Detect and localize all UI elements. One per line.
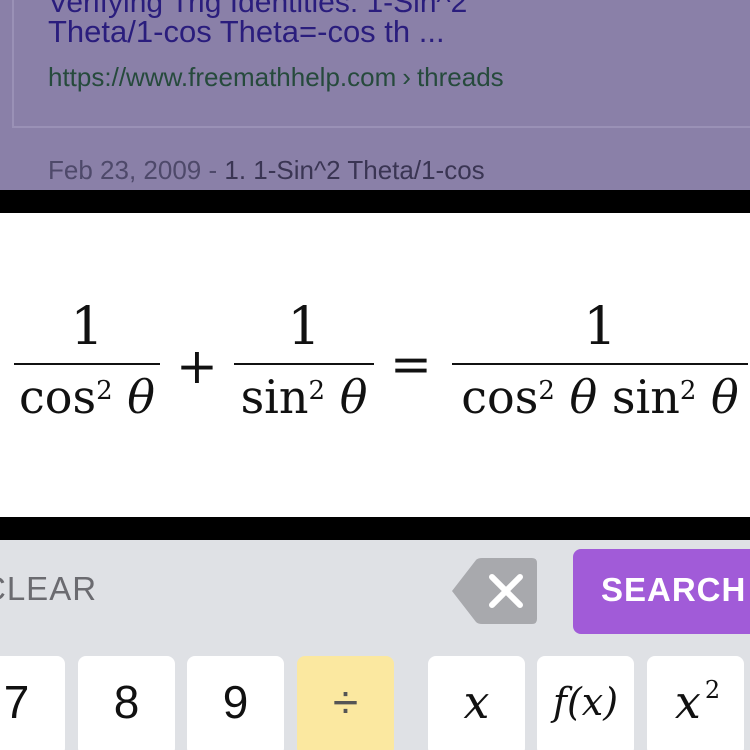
fraction-one-over-cos-sin-squared: 1 cos2 θ sin2 θ	[452, 299, 748, 433]
result-title-link[interactable]: Theta/1-cos Theta=-cos th ...	[48, 14, 445, 50]
math-keypad-panel: CLEAR SEARCH 7 8 9 ÷ x f(x) x2	[0, 540, 750, 750]
numerator: 1	[287, 297, 321, 357]
breadcrumb-separator: ›	[402, 62, 411, 92]
numerator: 1	[583, 297, 617, 357]
denominator: cos2 θ	[19, 370, 155, 424]
result-url-host: https://www.freemathhelp.com	[48, 62, 397, 92]
denominator: sin2 θ	[240, 370, 368, 424]
result-url[interactable]: https://www.freemathhelp.com › threads	[48, 62, 504, 93]
fraction-one-over-cos-squared: 1 cos2 θ	[14, 299, 160, 433]
key-8[interactable]: 8	[78, 656, 175, 750]
result-snippet-text: 1. 1-Sin^2 Theta/1-cos	[224, 155, 485, 185]
key-x-squared[interactable]: x2	[647, 656, 744, 750]
keypad-row: 7 8 9 ÷ x f(x) x2	[0, 656, 750, 750]
fraction-bar	[14, 363, 160, 365]
equals-sign: =	[390, 335, 432, 393]
key-divide[interactable]: ÷	[297, 656, 394, 750]
plus-sign: +	[176, 337, 218, 395]
fraction-bar	[234, 363, 374, 365]
fraction-one-over-sin-squared: 1 sin2 θ	[234, 299, 374, 433]
clear-button[interactable]: CLEAR	[0, 570, 97, 608]
search-button[interactable]: SEARCH	[573, 549, 750, 634]
result-url-path: threads	[416, 62, 504, 92]
denominator: cos2 θ sin2 θ	[461, 370, 739, 424]
key-x[interactable]: x	[428, 656, 525, 750]
numerator: 1	[70, 297, 104, 357]
result-date: Feb 23, 2009 -	[48, 155, 218, 185]
backspace-icon	[452, 558, 537, 624]
fraction-bar	[452, 363, 748, 365]
backspace-button[interactable]	[450, 556, 538, 626]
equation-preview: 1 cos2 θ + 1 sin2 θ = 1 cos2 θ sin2 θ	[0, 213, 750, 517]
key-7[interactable]: 7	[0, 656, 65, 750]
result-snippet: Feb 23, 2009 - 1. 1-Sin^2 Theta/1-cos	[48, 155, 485, 186]
search-result[interactable]: Verifying Trig Identities: 1-Sin^2 Theta…	[0, 0, 750, 190]
key-function[interactable]: f(x)	[537, 656, 634, 750]
key-9[interactable]: 9	[187, 656, 284, 750]
